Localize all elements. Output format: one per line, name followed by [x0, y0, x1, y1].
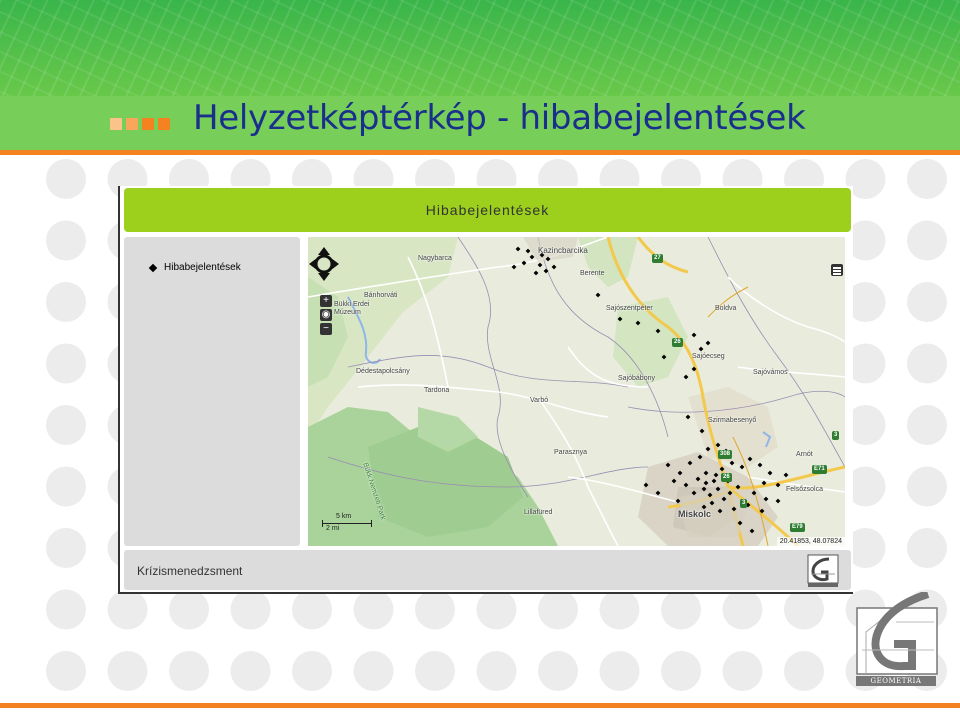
globe-icon[interactable]: ◉	[320, 309, 332, 321]
zoom-in-button[interactable]: +	[320, 295, 332, 307]
diamond-bullet-icon	[148, 263, 158, 272]
bullet-square	[158, 118, 170, 130]
title-bullet-squares	[110, 118, 170, 130]
road-number-badge: 308	[718, 450, 733, 459]
place-label: Sajóecseg	[692, 353, 725, 360]
geometria-wordmark: GEOMETRIA	[856, 676, 936, 686]
pan-arrows-icon[interactable]	[308, 243, 340, 285]
app-footer: Krízismenedzsment	[124, 550, 851, 590]
place-label: Varbó	[530, 397, 549, 404]
road-number-badge: 26	[721, 473, 732, 482]
app-header: Hibabejelentések	[124, 188, 851, 232]
place-label: Berente	[580, 270, 605, 277]
place-label: Dédestapolcsány	[356, 368, 410, 375]
place-label: Nagybarca	[418, 255, 452, 262]
map-base	[308, 237, 845, 546]
coordinate-readout: 20.41853, 48.07824	[776, 537, 845, 546]
road-number-badge: 26	[672, 338, 683, 347]
footer-divider	[0, 703, 960, 708]
place-label: Kazincbarcika	[538, 246, 588, 255]
slide-title: Helyzetképtérkép - hibabejelentések	[193, 98, 806, 138]
place-label: Miskolc	[678, 509, 712, 519]
scale-bar: 5 km 2 mi	[318, 513, 378, 537]
place-label: Arnót	[796, 451, 813, 458]
scale-label-mi: 2 mi	[326, 525, 340, 532]
road-number-badge: 3	[740, 499, 748, 508]
road-number-badge: E79	[790, 523, 805, 532]
place-label: Bánhorváti	[364, 292, 398, 299]
geometria-small-logo	[807, 554, 839, 587]
place-label: Tardona	[424, 387, 450, 394]
place-label: Sajóvámos	[753, 369, 788, 376]
road-number-badge: E71	[812, 465, 827, 474]
layers-icon[interactable]	[831, 264, 843, 276]
bullet-square	[126, 118, 138, 130]
geometria-logo	[856, 592, 938, 675]
place-label: Szirmabesenyő	[708, 417, 757, 424]
place-label: Bükki Erdei Múzeum	[334, 301, 370, 316]
layer-panel: Hibabejelentések	[124, 237, 300, 546]
place-label: Sajószentpéter	[606, 305, 653, 312]
app-header-title: Hibabejelentések	[425, 202, 550, 218]
place-label: Sajóbábony	[618, 375, 655, 382]
place-label: Lillafüred	[524, 509, 553, 516]
scale-line	[322, 520, 372, 527]
layer-item-hibabejelentesek[interactable]: Hibabejelentések	[148, 262, 241, 273]
map-view[interactable]: Kazincbarcika Berente Nagybarca Bánhorvá…	[308, 237, 845, 546]
road-number-badge: 3	[832, 431, 840, 440]
place-label: Felsőzsolca	[786, 486, 823, 493]
scale-label-km: 5 km	[336, 513, 352, 520]
footer-title: Krízismenedzsment	[137, 564, 243, 578]
app-window: Hibabejelentések Hibabejelentések Kazinc…	[118, 186, 853, 594]
place-label: Boldva	[715, 305, 737, 312]
bullet-square	[110, 118, 122, 130]
layer-label: Hibabejelentések	[164, 262, 241, 273]
bullet-square	[142, 118, 154, 130]
place-label: Parasznya	[554, 449, 588, 456]
zoom-out-button[interactable]: −	[320, 323, 332, 335]
road-number-badge: 27	[652, 254, 663, 263]
